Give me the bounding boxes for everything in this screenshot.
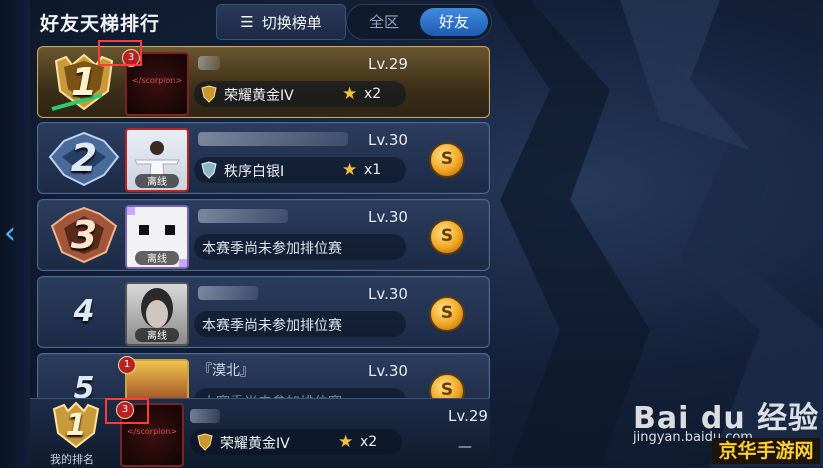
highlight-box: [98, 40, 142, 66]
page-title: 好友天梯排行: [40, 13, 161, 35]
player-level: Lv.30: [368, 208, 408, 226]
highlight-box: [105, 398, 149, 424]
player-name-redacted: [198, 286, 258, 300]
player-level: Lv.30: [368, 285, 408, 303]
reward-placeholder: —: [458, 439, 472, 455]
gold-coin-icon[interactable]: S: [429, 296, 465, 332]
status-badge: 离线: [147, 177, 167, 188]
rank-emblem-plain: 4: [44, 281, 124, 343]
status-badge: 离线: [147, 254, 167, 265]
site-watermark: 京华手游网: [712, 438, 820, 464]
player-level: Lv.30: [368, 131, 408, 149]
list-item[interactable]: 2 离线 Lv.30 秩序白银I ★ x1 S: [37, 122, 490, 194]
list-item[interactable]: 1 </scorpion> 3 Lv.29 荣耀黄金IV ★ x2: [37, 40, 490, 118]
player-name-redacted: [198, 209, 288, 223]
player-level: Lv.30: [368, 362, 408, 380]
list-item[interactable]: 3 离线 Lv.30 本赛季尚未参加排位赛 S: [37, 199, 490, 271]
star-icon: ★: [342, 84, 358, 104]
tier-pill: 荣耀黄金IV ★ x2: [190, 429, 402, 455]
chevron-left-icon[interactable]: ‹: [4, 214, 26, 254]
ranking-header: 好友天梯排行 ☰ 切换榜单 全区 好友: [30, 0, 492, 44]
player-name-redacted: [198, 56, 220, 70]
star-icon: ★: [338, 432, 354, 452]
star-count: x2: [360, 434, 378, 450]
gold-coin-icon[interactable]: S: [429, 142, 465, 178]
avatar-caption: </scorpion>: [131, 76, 183, 85]
my-rank-label: 我的排名: [50, 453, 94, 466]
rank-emblem-bronze: 3: [44, 204, 124, 266]
rank-number: 2: [70, 136, 98, 180]
list-icon: ☰: [240, 13, 254, 31]
switch-list-label: 切换榜单: [261, 13, 322, 32]
star-icon: ★: [342, 160, 358, 180]
avatar[interactable]: 离线: [125, 282, 189, 346]
season-note-pill: 本赛季尚未参加排位赛: [194, 311, 406, 337]
tier-pill: 秩序白银I ★ x1: [194, 157, 406, 183]
season-note: 本赛季尚未参加排位赛: [202, 241, 342, 257]
tier-emblem-icon: [201, 161, 217, 179]
switch-list-button[interactable]: ☰ 切换榜单: [216, 4, 346, 40]
player-name: 『漠北』: [198, 363, 254, 379]
tab-friends[interactable]: 好友: [420, 8, 488, 36]
player-level: Lv.29: [448, 407, 488, 425]
rank-number: 3: [70, 213, 98, 257]
rank-emblem-gold: 1: [46, 401, 106, 451]
status-badge: 离线: [147, 331, 167, 342]
star-count: x2: [364, 86, 382, 102]
tier-label: 荣耀黄金IV: [220, 436, 290, 452]
rank-change-badge: 1: [118, 356, 136, 374]
season-note-pill: 本赛季尚未参加排位赛: [194, 234, 406, 260]
player-level: Lv.29: [368, 55, 408, 73]
tier-label: 秩序白银I: [224, 164, 285, 180]
my-rank-number: 1: [65, 408, 87, 443]
rank-number: 4: [73, 294, 95, 329]
rank-emblem-silver: 2: [44, 127, 124, 189]
list-item[interactable]: 4 离线 Lv.30 本赛季尚未参加排位赛 S: [37, 276, 490, 348]
season-note: 本赛季尚未参加排位赛: [202, 318, 342, 334]
gold-coin-icon[interactable]: S: [429, 219, 465, 255]
scope-toggle[interactable]: 全区 好友: [346, 4, 492, 40]
tab-all-server[interactable]: 全区: [350, 8, 418, 36]
avatar[interactable]: 离线: [125, 128, 189, 192]
star-count: x1: [364, 162, 382, 178]
tier-label: 荣耀黄金IV: [224, 88, 294, 104]
tier-emblem-icon: [201, 85, 217, 103]
avatar[interactable]: 离线: [125, 205, 189, 269]
player-name-redacted: [198, 132, 348, 146]
avatar-caption: </scorpion>: [126, 427, 178, 436]
player-name-redacted: [190, 409, 220, 423]
tier-emblem-icon: [197, 433, 213, 451]
my-rank-bar: 1 我的排名 </scorpion> 3 Lv.29 荣耀黄金IV ★ x2 —: [30, 398, 490, 468]
tier-pill: 荣耀黄金IV ★ x2: [194, 81, 406, 107]
